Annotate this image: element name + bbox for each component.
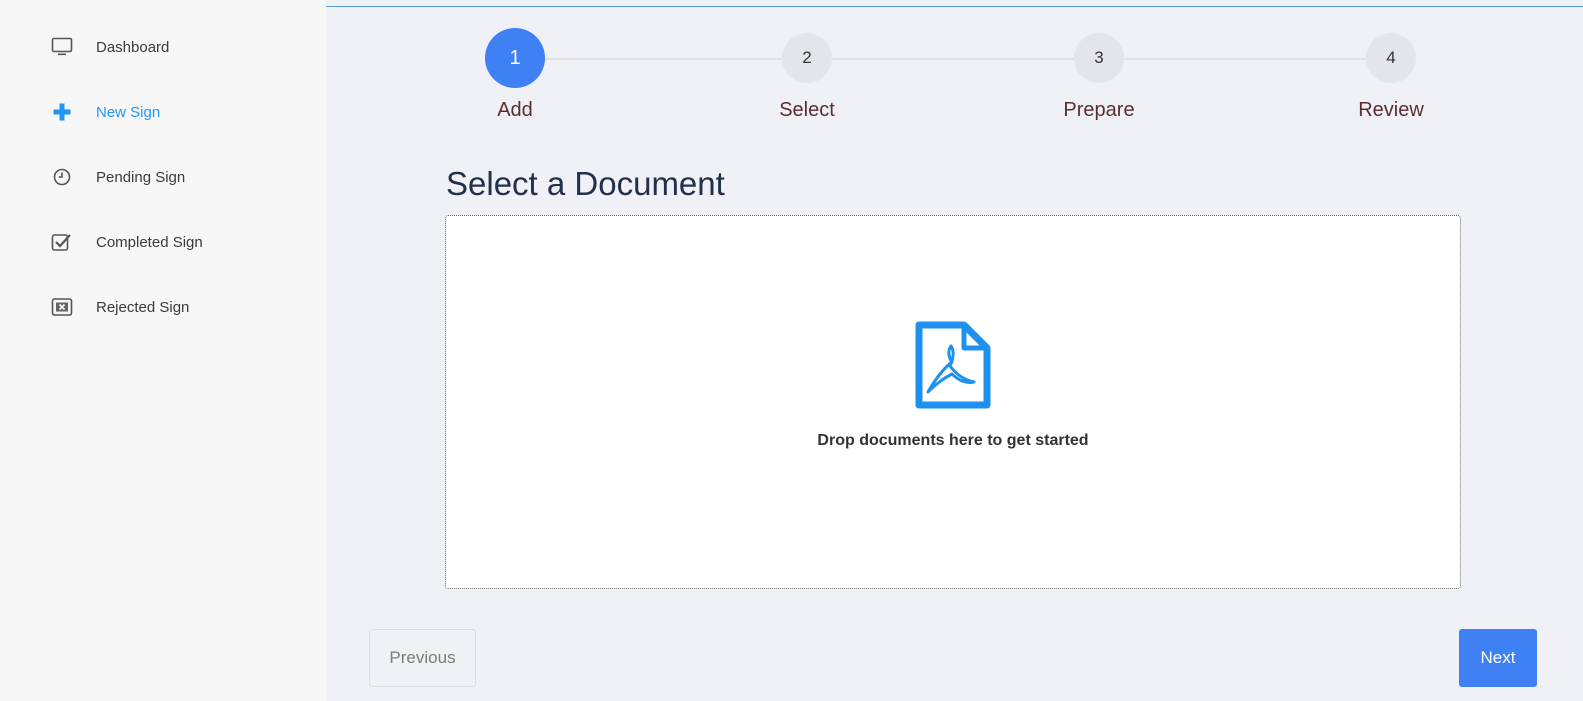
stepper-track (515, 58, 1391, 60)
previous-button[interactable]: Previous (369, 629, 476, 687)
step-number: 4 (1366, 33, 1416, 83)
sidebar-item-label: New Sign (96, 103, 161, 121)
step-prepare[interactable]: 3 Prepare (1039, 33, 1159, 122)
clock-icon (51, 166, 73, 188)
sidebar-item-label: Dashboard (96, 38, 170, 56)
sidebar-item-label: Completed Sign (96, 233, 203, 251)
sidebar-item-label: Rejected Sign (96, 298, 190, 316)
step-review[interactable]: 4 Review (1331, 33, 1451, 122)
x-box-icon (51, 296, 73, 318)
sidebar: Dashboard New Sign Pending Sign Complete… (0, 0, 326, 701)
checkbox-icon (51, 231, 73, 253)
next-button[interactable]: Next (1459, 629, 1537, 687)
step-label: Prepare (1063, 99, 1135, 121)
step-select[interactable]: 2 Select (747, 33, 867, 122)
document-dropzone[interactable]: Drop documents here to get started (445, 215, 1461, 589)
sidebar-item-completed-sign[interactable]: Completed Sign (0, 222, 326, 262)
step-add[interactable]: 1 Add (455, 28, 575, 122)
monitor-icon (51, 36, 73, 58)
step-number: 2 (782, 33, 832, 83)
top-divider (326, 6, 1583, 7)
step-number: 3 (1074, 33, 1124, 83)
sidebar-item-rejected-sign[interactable]: Rejected Sign (0, 287, 326, 327)
step-label: Review (1358, 99, 1424, 121)
sidebar-item-new-sign[interactable]: New Sign (0, 92, 326, 132)
sidebar-item-dashboard[interactable]: Dashboard (0, 27, 326, 67)
page-title: Select a Document (446, 165, 725, 202)
main-content: 1 Add 2 Select 3 Prepare 4 Review Select… (326, 0, 1583, 701)
pdf-file-icon (914, 320, 992, 410)
sidebar-item-label: Pending Sign (96, 168, 186, 186)
step-label: Select (779, 99, 835, 121)
sidebar-item-pending-sign[interactable]: Pending Sign (0, 157, 326, 197)
dropzone-text: Drop documents here to get started (817, 432, 1089, 449)
step-label: Add (497, 99, 533, 121)
app: Dashboard New Sign Pending Sign Complete… (0, 0, 1583, 701)
step-number: 1 (485, 28, 545, 88)
plus-icon (51, 101, 73, 123)
